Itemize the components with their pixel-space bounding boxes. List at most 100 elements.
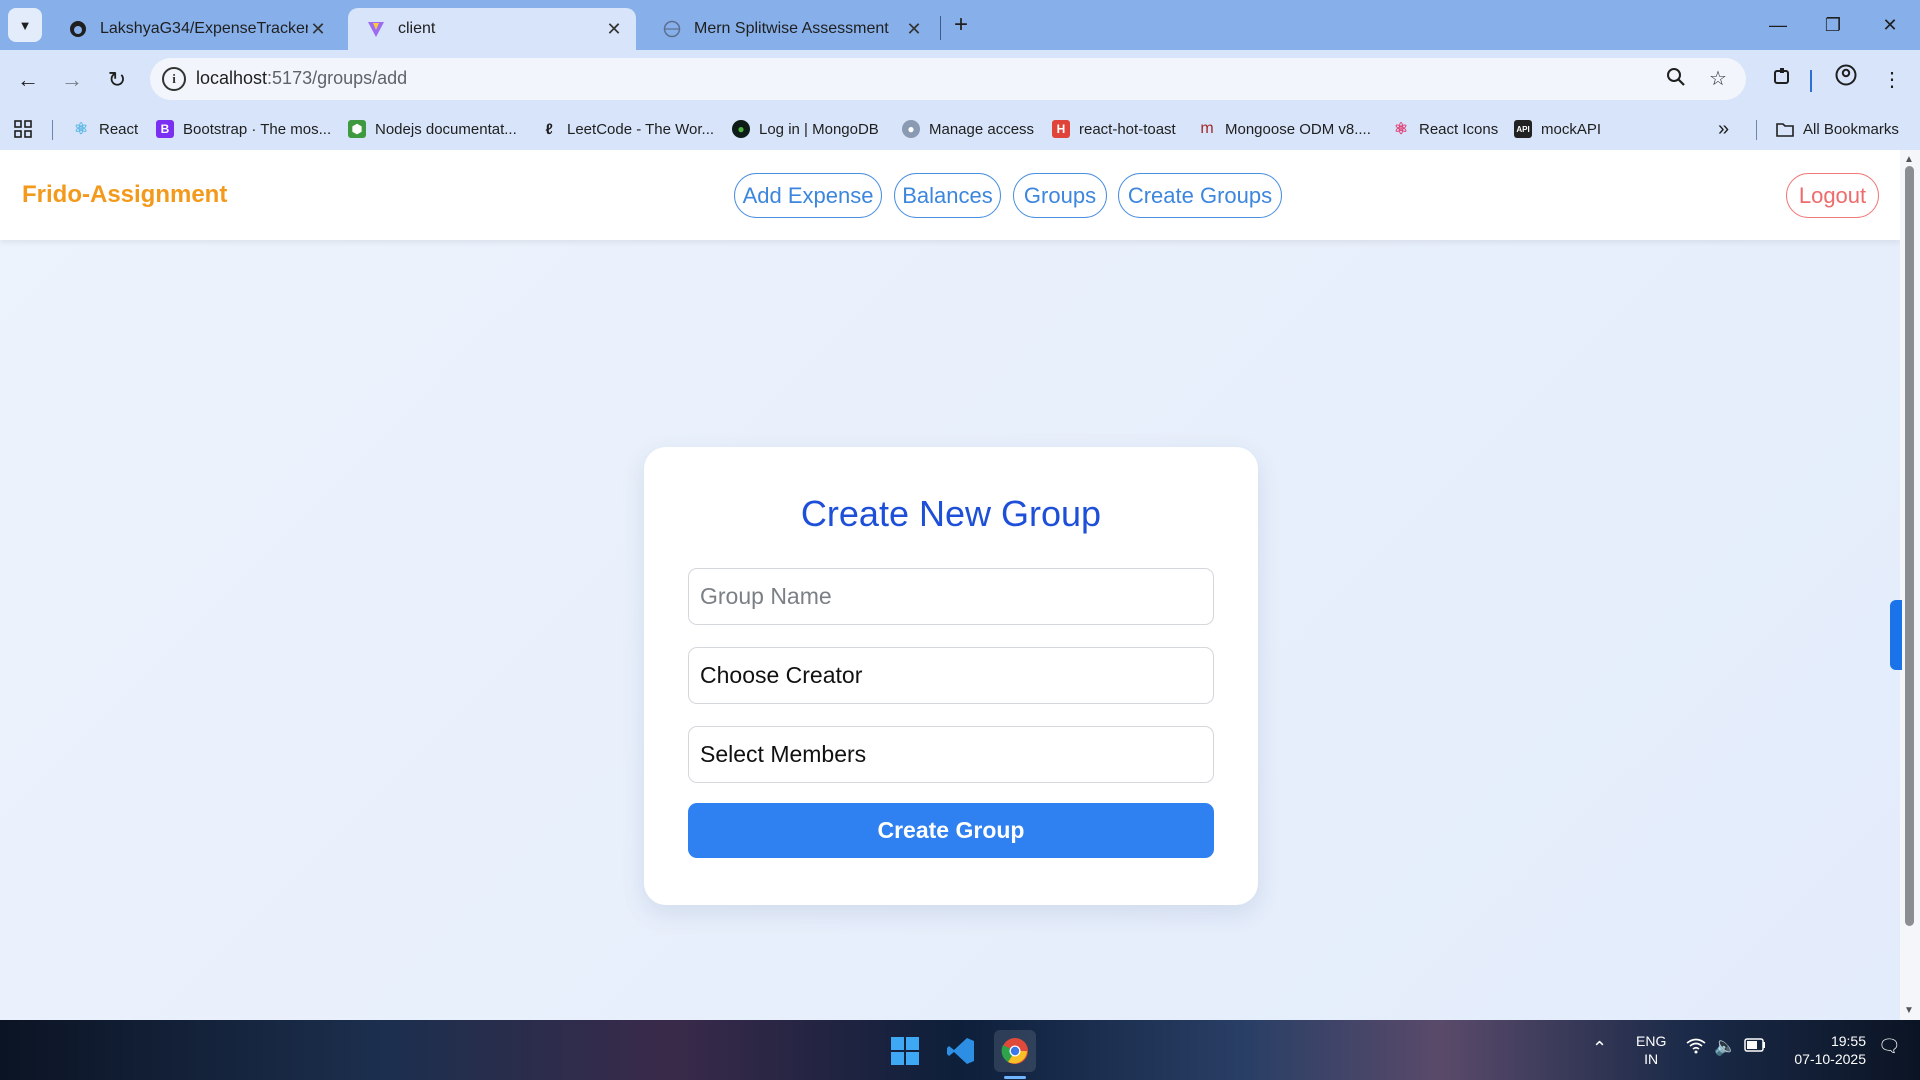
nav-groups[interactable]: Groups [1013,173,1107,218]
volume-icon[interactable]: 🔈 [1714,1036,1736,1057]
creator-select[interactable]: Choose Creator [688,647,1214,704]
kebab-menu-icon[interactable]: ⋮ [1876,64,1908,96]
tab-divider [940,16,941,40]
nav-balances[interactable]: Balances [894,173,1001,218]
side-panel-tab[interactable] [1890,600,1902,670]
mongoose-icon: m [1200,120,1214,137]
address-bar[interactable]: i localhost:5173/groups/add ☆ [150,58,1746,100]
scroll-up-arrow-icon[interactable]: ▲ [1904,154,1914,165]
create-group-card: Create New Group Group Name Choose Creat… [644,447,1258,905]
github-icon [68,19,88,39]
zoom-icon[interactable] [1664,67,1688,91]
bookmark-label: react-hot-toast [1079,120,1176,138]
bookmark-react-hot-toast[interactable]: Hreact-hot-toast [1052,117,1176,141]
clock-time: 19:55 [1830,1033,1866,1049]
members-select[interactable]: Select Members [688,726,1214,783]
windows-start-icon[interactable] [884,1030,926,1072]
chevron-up-icon[interactable]: ⌃ [1592,1038,1607,1059]
bookmark-bootstrap[interactable]: B Bootstrap · The mos... [156,117,331,141]
scroll-down-arrow-icon[interactable]: ▼ [1904,1005,1914,1016]
all-bookmarks-label: All Bookmarks [1803,120,1899,138]
bookmark-label: Nodejs documentat... [375,120,517,138]
vite-icon [366,19,386,39]
active-app-indicator [1004,1076,1026,1079]
site-info-icon[interactable]: i [162,67,186,91]
bookmark-divider [52,120,53,140]
bookmark-label: React Icons [1419,120,1499,138]
bookmark-label: LeetCode - The Wor... [567,120,715,138]
url-host: localhost [196,68,268,88]
all-bookmarks[interactable]: All Bookmarks [1776,117,1899,141]
toast-icon: H [1052,120,1070,138]
bookmark-mongodb[interactable]: ● Log in | MongoDB [732,117,879,141]
url-text[interactable]: localhost:5173/groups/add [196,68,407,89]
restore-icon[interactable]: ❐ [1813,10,1853,40]
close-icon[interactable]: ✕ [604,19,624,40]
more-bookmarks-chevron-icon[interactable]: » [1718,117,1729,141]
page-scrollbar[interactable]: ▲ ▼ [1900,150,1920,1020]
bookmark-label: Log in | MongoDB [759,120,879,138]
bookmark-leetcode[interactable]: ℓ LeetCode - The Wor... [540,117,714,141]
tab-client[interactable]: client ✕ [348,8,636,50]
create-group-button[interactable]: Create Group [688,803,1214,858]
close-icon[interactable]: ✕ [308,19,328,40]
tab-title: Mern Splitwise Assessment [694,20,889,37]
bookmark-mockapi[interactable]: API mockAPI [1514,117,1601,141]
profile-icon[interactable] [1830,64,1862,96]
bookmark-react[interactable]: ⚛ React [72,117,138,141]
tab-github[interactable]: LakshyaG34/ExpenseTracker-Fri ✕ [50,8,340,50]
new-tab-plus-icon[interactable]: + [948,12,974,38]
clock[interactable]: 19:55 07-10-2025 [1786,1032,1866,1068]
reload-icon[interactable]: ↻ [101,64,133,96]
mockapi-icon: API [1514,120,1532,138]
clock-date: 07-10-2025 [1794,1051,1866,1067]
bookmark-label: Mongoose ODM v8.... [1225,120,1371,138]
browser-tabstrip: ▼ LakshyaG34/ExpenseTracker-Fri ✕ client… [0,0,1920,50]
nav-add-expense[interactable]: Add Expense [734,173,882,218]
bookmark-label: Bootstrap · The mos... [183,120,332,138]
url-path: :5173/groups/add [267,68,408,88]
bookmark-divider [1756,120,1757,140]
bookmark-manage-access[interactable]: ● Manage access [902,117,1034,141]
mongodb-icon: ● [732,120,750,138]
vscode-icon[interactable] [940,1030,982,1072]
forward-arrow-icon[interactable]: → [56,64,88,96]
nodejs-icon: ⬢ [348,120,366,138]
github-icon: ● [902,120,920,138]
logout-button[interactable]: Logout [1786,173,1879,218]
bookmark-label: mockAPI [1541,120,1602,138]
bookmark-label: Manage access [929,120,1035,138]
tab-search-icon[interactable]: ▼ [8,8,42,42]
battery-icon[interactable] [1744,1038,1766,1056]
toolbar-divider [1810,70,1812,92]
language-indicator[interactable]: ENG IN [1636,1032,1666,1068]
tab-mern-splitwise[interactable]: Mern Splitwise Assessment ✕ [644,8,936,50]
minimize-icon[interactable]: — [1758,10,1798,40]
bookmarks-bar: ⚛ React B Bootstrap · The mos... ⬢ Nodejs d… [0,108,1920,150]
window-close-icon[interactable]: ✕ [1870,10,1910,40]
react-icons-icon: ⚛ [1393,121,1409,138]
bookmark-nodejs[interactable]: ⬢ Nodejs documentat... [348,117,517,141]
back-arrow-icon[interactable]: ← [12,64,44,96]
notifications-icon[interactable]: 🗨 [1878,1036,1901,1057]
wifi-icon[interactable] [1686,1038,1706,1059]
leetcode-icon: ℓ [545,120,553,138]
extensions-icon[interactable] [1766,64,1798,96]
more-bookmarks-label: » [1718,117,1730,140]
apps-grid-icon[interactable] [14,117,32,141]
bookmark-star-icon[interactable]: ☆ [1706,67,1730,91]
bookmark-react-icons[interactable]: ⚛ React Icons [1392,117,1498,141]
bookmark-mongoose[interactable]: m Mongoose ODM v8.... [1198,117,1371,141]
browser-toolbar: ← → ↻ i localhost:5173/groups/add ☆ ⋮ [0,50,1920,108]
scroll-thumb[interactable] [1905,166,1914,926]
bootstrap-icon: B [156,120,174,138]
group-name-input[interactable]: Group Name [688,568,1214,625]
bookmark-label: React [99,120,139,138]
form-title: Create New Group [800,493,1102,534]
chrome-icon[interactable] [994,1030,1036,1072]
brand-logo[interactable]: Frido-Assignment [22,181,227,209]
windows-taskbar: ⌃ ENG IN 🔈 19:55 07-10-2025 🗨 [0,1020,1920,1080]
react-icon: ⚛ [73,121,89,138]
nav-create-groups[interactable]: Create Groups [1118,173,1282,218]
close-icon[interactable]: ✕ [904,19,924,40]
